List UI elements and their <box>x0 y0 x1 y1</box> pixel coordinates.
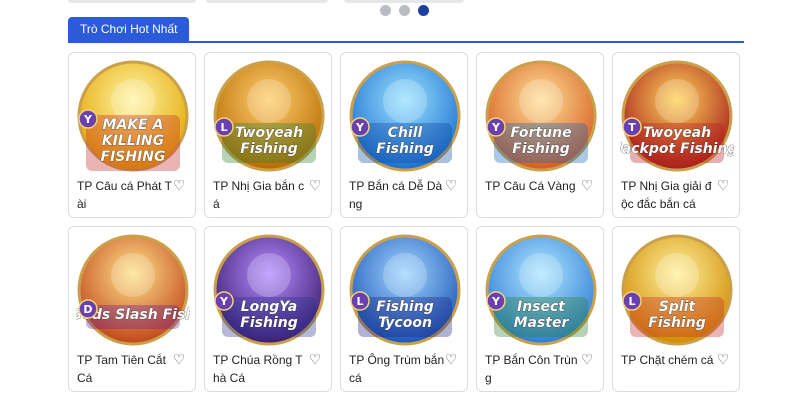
game-art-text: LongYa <box>241 299 297 315</box>
game-card[interactable]: Split Fishing L TP Chặt chém cá ♡ <box>612 226 740 392</box>
provider-badge-letter: D <box>83 303 92 316</box>
game-thumbnail[interactable]: Chill Fishing Y <box>348 59 462 173</box>
game-card[interactable]: LongYa Fishing Y TP Chúa Rồng Thà Cá ♡ <box>204 226 332 392</box>
heart-outline-icon[interactable]: ♡ <box>715 177 731 193</box>
provider-badge-letter: Y <box>491 121 501 134</box>
game-title[interactable]: TP Bắn Côn Trùng <box>485 351 581 387</box>
game-grid: MAKE A KILLING FISHING Y TP Câu cá Phát Tà… <box>68 52 744 392</box>
game-title[interactable]: TP Câu cá Phát Tài <box>77 177 173 213</box>
previous-row-card-edge <box>206 0 328 3</box>
heart-outline-icon[interactable]: ♡ <box>579 351 595 367</box>
section-header: Trò Chơi Hot Nhất <box>68 17 744 43</box>
game-card[interactable]: Gods Slash Fish D TP Tam Tiên Cắt Cá ♡ <box>68 226 196 392</box>
provider-badge-letter: T <box>628 121 636 134</box>
heart-outline-icon[interactable]: ♡ <box>171 177 187 193</box>
heart-outline-icon[interactable]: ♡ <box>715 351 731 367</box>
game-art-glow <box>383 253 427 297</box>
game-art-text: Fortune <box>510 125 571 141</box>
game-title[interactable]: TP Bắn cá Dễ Dàng <box>349 177 445 213</box>
game-art-text: Chill <box>388 125 423 141</box>
game-card[interactable]: MAKE A KILLING FISHING Y TP Câu cá Phát Tà… <box>68 52 196 218</box>
previous-row-card-edge <box>68 0 196 3</box>
game-title[interactable]: TP Tam Tiên Cắt Cá <box>77 351 173 387</box>
game-thumbnail[interactable]: Fishing Tycoon L <box>348 233 462 347</box>
game-art-glow <box>519 79 563 123</box>
game-card[interactable]: Fortune Fishing Y TP Câu Cá Vàng ♡ <box>476 52 604 218</box>
game-art-text: Twoyeah <box>643 125 711 141</box>
game-art-text: Jackpot Fishing <box>620 141 734 157</box>
provider-badge-letter: L <box>220 121 227 134</box>
game-art-text: Fishing <box>376 299 433 315</box>
heart-outline-icon[interactable]: ♡ <box>443 177 459 193</box>
game-title[interactable]: TP Nhị Gia bắn cá <box>213 177 309 213</box>
game-title[interactable]: TP Nhị Gia giải độc đắc bắn cá <box>621 177 717 213</box>
game-art-text: FISHING <box>101 149 166 165</box>
game-art-text: Insect <box>517 299 566 315</box>
provider-badge-letter: Y <box>219 295 229 308</box>
heart-outline-icon[interactable]: ♡ <box>307 351 323 367</box>
game-art-text: Split <box>659 299 697 315</box>
game-card[interactable]: Insect Master Y TP Bắn Côn Trùng ♡ <box>476 226 604 392</box>
game-thumbnail[interactable]: Fortune Fishing Y <box>484 59 598 173</box>
game-art-text: Fishing <box>376 141 433 157</box>
game-art-text: Twoyeah <box>235 125 303 141</box>
game-art-text: KILLING <box>102 133 164 149</box>
carousel-dot[interactable] <box>399 5 410 16</box>
game-title[interactable]: TP Chúa Rồng Thà Cá <box>213 351 309 387</box>
game-thumbnail[interactable]: Twoyeah Fishing L <box>212 59 326 173</box>
game-art-text: Fishing <box>240 315 297 331</box>
game-thumbnail[interactable]: MAKE A KILLING FISHING Y <box>76 59 190 173</box>
game-thumbnail[interactable]: LongYa Fishing Y <box>212 233 326 347</box>
game-art-glow <box>247 253 291 297</box>
game-art-glow <box>655 79 699 123</box>
carousel-dots <box>380 5 429 16</box>
provider-badge-letter: L <box>356 295 363 308</box>
provider-badge-letter: Y <box>83 113 93 126</box>
game-art-glow <box>519 253 563 297</box>
game-thumbnail[interactable]: Twoyeah Jackpot Fishing T <box>620 59 734 173</box>
game-card[interactable]: Fishing Tycoon L TP Ông Trùm bắn cá ♡ <box>340 226 468 392</box>
provider-badge-letter: Y <box>355 121 365 134</box>
game-art-glow <box>247 79 291 123</box>
heart-outline-icon[interactable]: ♡ <box>579 177 595 193</box>
game-art-glow <box>383 79 427 123</box>
game-card[interactable]: Twoyeah Fishing L TP Nhị Gia bắn cá ♡ <box>204 52 332 218</box>
game-title[interactable]: TP Chặt chém cá <box>621 351 717 369</box>
game-art-text: Fishing <box>240 141 297 157</box>
game-art-glow <box>655 253 699 297</box>
provider-badge-letter: L <box>628 295 635 308</box>
carousel-dot-active[interactable] <box>418 5 429 16</box>
game-thumbnail[interactable]: Split Fishing L <box>620 233 734 347</box>
game-art-text: Fishing <box>512 141 569 157</box>
game-title[interactable]: TP Câu Cá Vàng <box>485 177 581 195</box>
section-tab[interactable]: Trò Chơi Hot Nhất <box>68 17 190 41</box>
heart-outline-icon[interactable]: ♡ <box>307 177 323 193</box>
game-thumbnail[interactable]: Insect Master Y <box>484 233 598 347</box>
carousel-dot[interactable] <box>380 5 391 16</box>
game-thumbnail[interactable]: Gods Slash Fish D <box>76 233 190 347</box>
game-card[interactable]: Chill Fishing Y TP Bắn cá Dễ Dàng ♡ <box>340 52 468 218</box>
game-card[interactable]: Twoyeah Jackpot Fishing T TP Nhị Gia giải… <box>612 52 740 218</box>
heart-outline-icon[interactable]: ♡ <box>443 351 459 367</box>
game-art-text: Master <box>514 315 570 331</box>
previous-row-card-edge <box>344 0 464 3</box>
provider-badge-letter: Y <box>491 295 501 308</box>
game-art-text: MAKE A <box>103 117 164 133</box>
game-art-text: Tycoon <box>378 315 432 331</box>
heart-outline-icon[interactable]: ♡ <box>171 351 187 367</box>
game-art-glow <box>111 253 155 297</box>
game-art-text: Fishing <box>648 315 705 331</box>
game-title[interactable]: TP Ông Trùm bắn cá <box>349 351 445 387</box>
